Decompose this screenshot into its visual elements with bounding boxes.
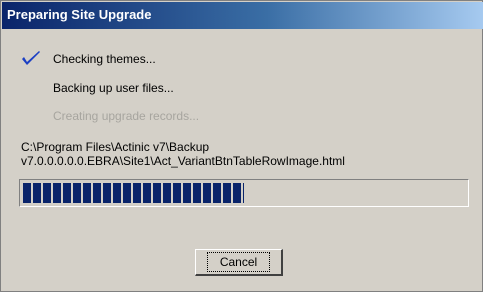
progress-track bbox=[23, 183, 465, 203]
upgrade-dialog: Preparing Site Upgrade Checking themes..… bbox=[0, 0, 483, 292]
current-file-path-line1: C:\Program Files\Actinic v7\Backup bbox=[21, 140, 210, 154]
step-creating-records: Creating upgrade records... bbox=[53, 109, 200, 123]
cancel-button[interactable]: Cancel bbox=[195, 249, 283, 276]
check-icon bbox=[22, 51, 40, 65]
cancel-button-label: Cancel bbox=[206, 252, 271, 272]
title-bar[interactable]: Preparing Site Upgrade bbox=[2, 2, 483, 29]
progress-fill bbox=[23, 183, 244, 203]
step-backing-up-files: Backing up user files... bbox=[53, 81, 174, 95]
current-file-path-line2: v7.0.0.0.0.0.EBRA\Site1\Act_VariantBtnTa… bbox=[21, 154, 345, 168]
current-file-path: C:\Program Files\Actinic v7\Backup v7.0.… bbox=[21, 140, 471, 168]
progress-bar bbox=[19, 179, 469, 207]
step-checking-themes: Checking themes... bbox=[53, 52, 156, 66]
dialog-title: Preparing Site Upgrade bbox=[7, 7, 152, 22]
